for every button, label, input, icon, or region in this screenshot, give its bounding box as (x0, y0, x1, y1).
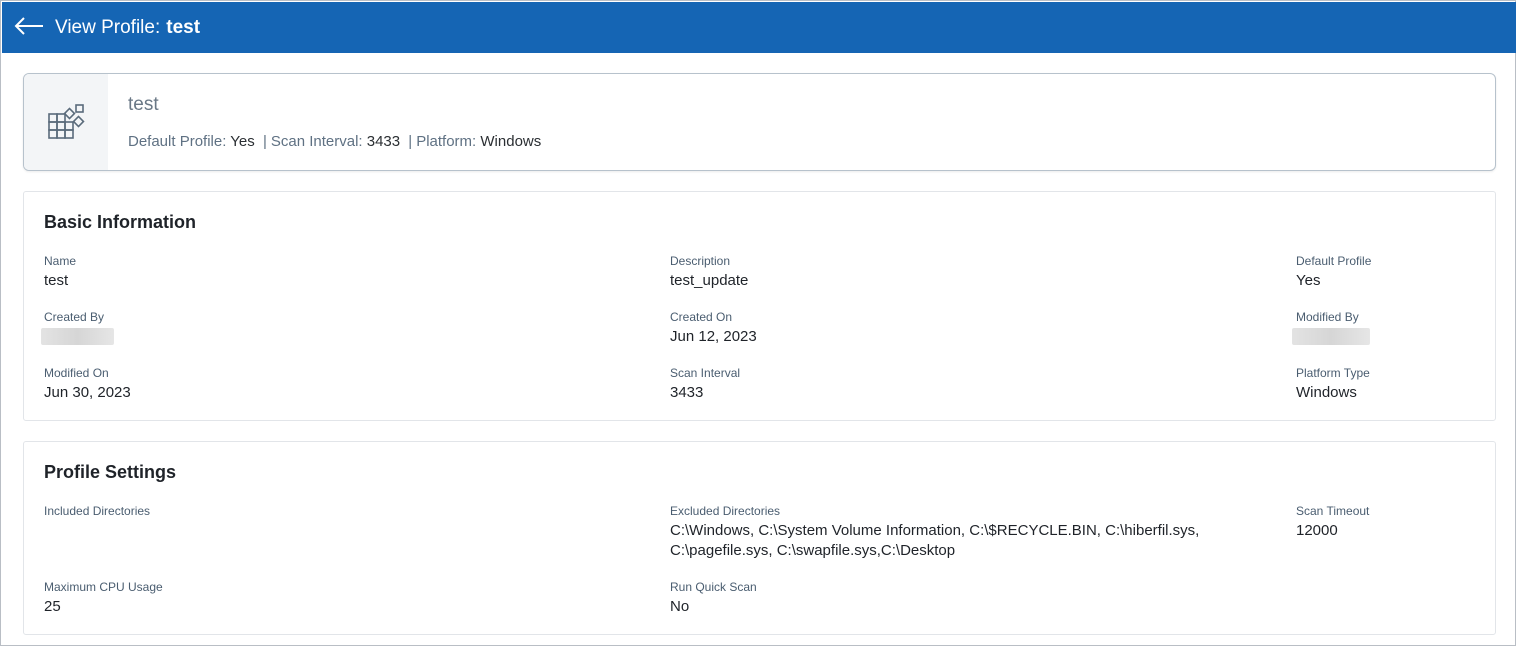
field-name: Name test (44, 254, 76, 291)
arrow-left-icon (14, 17, 43, 35)
field-label: Excluded Directories (670, 504, 781, 518)
profile-summary-card: test Default Profile: Yes | Scan Interval… (23, 73, 1496, 171)
scan-interval-value: 3433 (366, 133, 401, 150)
field-value: test_update (670, 272, 749, 289)
field-value: test (44, 272, 69, 289)
field-run-quick-scan: Run Quick Scan No (670, 580, 757, 617)
field-default-profile: Default Profile Yes (1296, 254, 1371, 291)
field-value: Jun 30, 2023 (44, 384, 131, 401)
field-label: Description (670, 254, 731, 268)
field-value: Windows (1296, 384, 1357, 401)
field-label: Run Quick Scan (670, 580, 757, 594)
field-max-cpu-usage: Maximum CPU Usage 25 (44, 580, 163, 617)
field-label: Platform Type (1296, 366, 1370, 380)
profile-meta: Default Profile: Yes | Scan Interval: 343… (128, 133, 541, 151)
field-value: 25 (44, 598, 61, 615)
field-description: Description test_update (670, 254, 748, 291)
field-value: 12000 (1296, 522, 1338, 539)
field-scan-interval: Scan Interval 3433 (670, 366, 740, 403)
field-platform-type: Platform Type Windows (1296, 366, 1370, 403)
field-label: Created By (44, 310, 105, 324)
page-title-value: test (166, 17, 201, 38)
platform-value: Windows (480, 133, 542, 150)
field-value: Yes (1296, 272, 1321, 289)
redacted-value (1292, 328, 1370, 345)
field-label: Modified By (1296, 310, 1359, 324)
field-created-by: Created By (41, 310, 114, 345)
profile-settings-section: Profile Settings Included Directories Ex… (23, 441, 1496, 635)
back-button[interactable] (12, 12, 46, 40)
field-label: Name (44, 254, 77, 268)
field-value-line1: C:\Windows, C:\System Volume Information… (670, 522, 1200, 539)
platform-label: Platform: (416, 133, 477, 150)
field-included-directories: Included Directories (44, 504, 150, 518)
field-value-line2: C:\pagefile.sys, C:\swapfile.sys,C:\Desk… (670, 542, 956, 559)
field-modified-by: Modified By (1292, 310, 1370, 345)
field-created-on: Created On Jun 12, 2023 (670, 310, 757, 347)
field-modified-on: Modified On Jun 30, 2023 (44, 366, 131, 403)
page-title-label: View Profile: (55, 17, 161, 38)
profile-grid-icon (48, 104, 85, 139)
profile-icon-box (24, 74, 108, 170)
default-profile-value: Yes (230, 133, 255, 150)
field-value: 3433 (670, 384, 704, 401)
basic-information-section: Basic Information Name test Description … (23, 191, 1496, 421)
profile-name: test (128, 94, 159, 115)
field-label: Default Profile (1296, 254, 1372, 268)
field-label: Modified On (44, 366, 109, 380)
field-excluded-directories: Excluded Directories C:\Windows, C:\Syst… (670, 504, 1250, 561)
field-value: Jun 12, 2023 (670, 328, 757, 345)
field-label: Included Directories (44, 504, 151, 518)
scan-interval-label: Scan Interval: (270, 133, 363, 150)
page-title: View Profile: test (55, 17, 200, 39)
meta-separator: | (408, 133, 413, 150)
section-title: Basic Information (44, 212, 197, 232)
field-value: No (670, 598, 690, 615)
field-label: Created On (670, 310, 733, 324)
meta-separator: | (262, 133, 267, 150)
window-frame: View Profile: test test Default Profile:… (0, 0, 1516, 646)
page-header: View Profile: test (2, 2, 1516, 53)
field-label: Scan Timeout (1296, 504, 1370, 518)
redacted-value (41, 328, 114, 345)
field-label: Maximum CPU Usage (44, 580, 163, 594)
field-label: Scan Interval (670, 366, 741, 380)
default-profile-label: Default Profile: (128, 133, 227, 150)
field-scan-timeout: Scan Timeout 12000 (1296, 504, 1369, 541)
section-title: Profile Settings (44, 462, 177, 482)
